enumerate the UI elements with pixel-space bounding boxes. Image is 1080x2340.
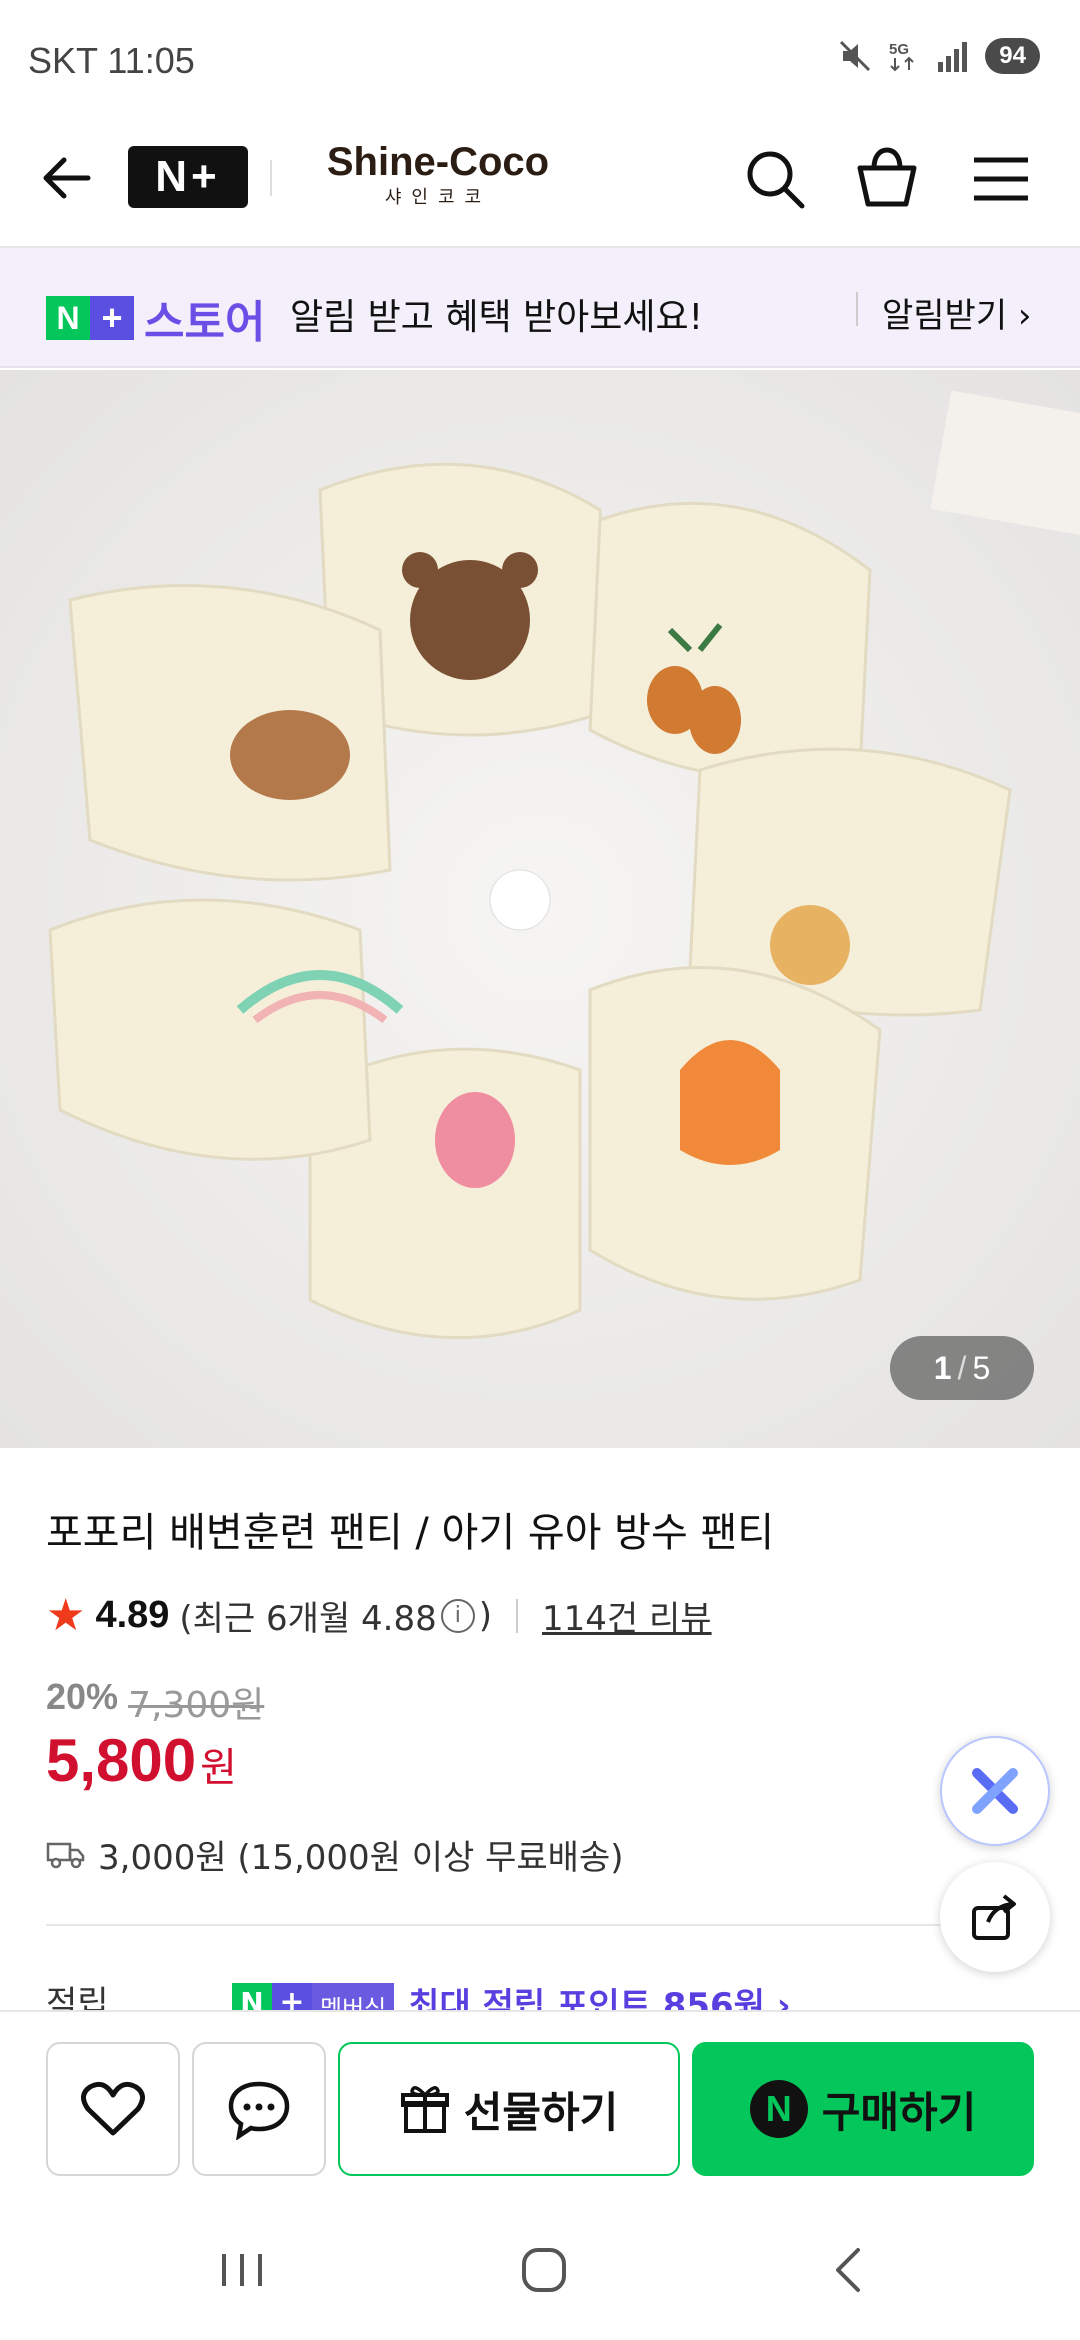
back-nav-icon[interactable] [820, 2240, 880, 2300]
menu-icon[interactable] [966, 144, 1036, 214]
gallery-page-indicator: 1 / 5 [890, 1336, 1034, 1400]
gallery-current-page: 1 [933, 1349, 952, 1386]
recent-apps-icon[interactable] [212, 2240, 272, 2300]
sale-price-unit: 원 [200, 1745, 237, 1791]
delivery-truck-icon [46, 1842, 85, 1868]
status-icons: 5G 94 [837, 38, 1040, 74]
gallery-total-pages: 5 [972, 1349, 991, 1386]
rating-divider [516, 1598, 519, 1633]
shipping-row: 3,000원 (15,000원 이상 무료배송) [46, 1830, 624, 1879]
mute-icon [840, 40, 871, 72]
ai-assistant-button[interactable] [940, 1736, 1050, 1846]
notification-subscribe-link[interactable]: 알림받기 › [882, 288, 1032, 337]
points-label: 적립 [46, 1984, 109, 2012]
store-word: 스토어 [144, 297, 266, 348]
product-image-gallery[interactable]: 1 / 5 [0, 370, 1080, 1448]
info-icon[interactable]: i [440, 1598, 475, 1633]
recent-rating-close: ) [478, 1595, 493, 1636]
shipping-fee: 3,000원 (15,000원 이상 무료배송) [98, 1838, 624, 1878]
section-divider [46, 1924, 1034, 1926]
share-icon [972, 1894, 1016, 1940]
buy-button[interactable]: N 구매하기 [692, 2042, 1034, 2176]
discount-row: 20% 7,300원 [46, 1676, 264, 1728]
svg-text:5G: 5G [889, 41, 909, 58]
status-bar: SKT 11:05 5G 94 [0, 0, 1080, 120]
system-nav-bar [0, 2200, 1080, 2340]
membership-logo-n: N [232, 1982, 272, 2012]
share-button[interactable] [940, 1862, 1050, 1972]
chat-inquiry-button[interactable] [192, 2042, 326, 2176]
banner-message: 알림 받고 혜택 받아보세요! [290, 297, 704, 338]
brand-subname: 샤인코코 [384, 187, 492, 208]
brand-logo[interactable]: Shine-Coco 샤인코코 [318, 140, 558, 209]
wishlist-button[interactable] [46, 2042, 180, 2176]
shopping-bag-icon[interactable] [852, 144, 922, 214]
rating-row: ★ 4.89 (최근 6개월 4.88 i ) 114건 리뷰 [46, 1590, 712, 1641]
search-icon[interactable] [740, 144, 810, 214]
recent-rating: (최근 6개월 4.88 [179, 1599, 437, 1639]
max-points-link[interactable]: 최대 적립 포인트 856원 › [408, 1978, 791, 2012]
chat-bubble-icon [228, 2081, 290, 2140]
ai-sparkle-icon [972, 1768, 1018, 1814]
rating-value: 4.89 [95, 1594, 170, 1636]
product-title: 포포리 배변훈련 팬티 / 아기 유아 방수 팬티 [46, 1510, 775, 1556]
membership-badge: 멤버십 [312, 1982, 395, 2012]
store-notification-banner[interactable]: N + 스토어 알림 받고 혜택 받아보세요! 알림받기 › [0, 248, 1080, 368]
gallery-page-separator: / [957, 1349, 967, 1386]
bottom-action-bar: 선물하기 N 구매하기 [0, 2010, 1080, 2200]
naver-pay-logo: N [749, 2080, 808, 2138]
buy-button-label: 구매하기 [821, 2087, 977, 2137]
gift-icon [400, 2086, 449, 2133]
signal-icon [938, 42, 968, 72]
membership-logo-plus: + [272, 1982, 312, 2012]
battery-indicator: 94 [985, 38, 1040, 74]
banner-divider [856, 292, 858, 326]
original-price: 7,300원 [128, 1685, 265, 1726]
status-carrier-time: SKT 11:05 [28, 40, 195, 81]
home-icon[interactable] [514, 2240, 574, 2300]
gift-button-label: 선물하기 [463, 2087, 619, 2137]
points-row[interactable]: 적립 N + 멤버십 최대 적립 포인트 856원 › [46, 1976, 1046, 2012]
heart-icon [81, 2081, 145, 2136]
nav-divider [270, 160, 272, 196]
5g-icon: 5G [889, 41, 915, 72]
sale-price: 5,800 [46, 1727, 197, 1794]
membership-row: N + 멤버십 최대 적립 포인트 856원 › [232, 1978, 791, 2012]
gift-button[interactable]: 선물하기 [338, 2042, 680, 2176]
store-logo-n: N [46, 296, 90, 340]
star-icon: ★ [46, 1590, 86, 1641]
nplus-logo[interactable]: N+ [128, 146, 248, 208]
nplus-store-logo: N + 스토어 [46, 286, 265, 350]
back-arrow-icon[interactable] [38, 148, 98, 208]
store-logo-plus: + [90, 296, 134, 340]
brand-name: Shine-Coco [326, 140, 550, 184]
review-count-link[interactable]: 114건 리뷰 [542, 1591, 712, 1640]
top-nav: N+ Shine-Coco 샤인코코 [0, 120, 1080, 248]
sale-price-row: 5,800 원 [46, 1726, 237, 1795]
discount-rate: 20% [46, 1676, 119, 1717]
product-photo [0, 370, 1080, 1448]
